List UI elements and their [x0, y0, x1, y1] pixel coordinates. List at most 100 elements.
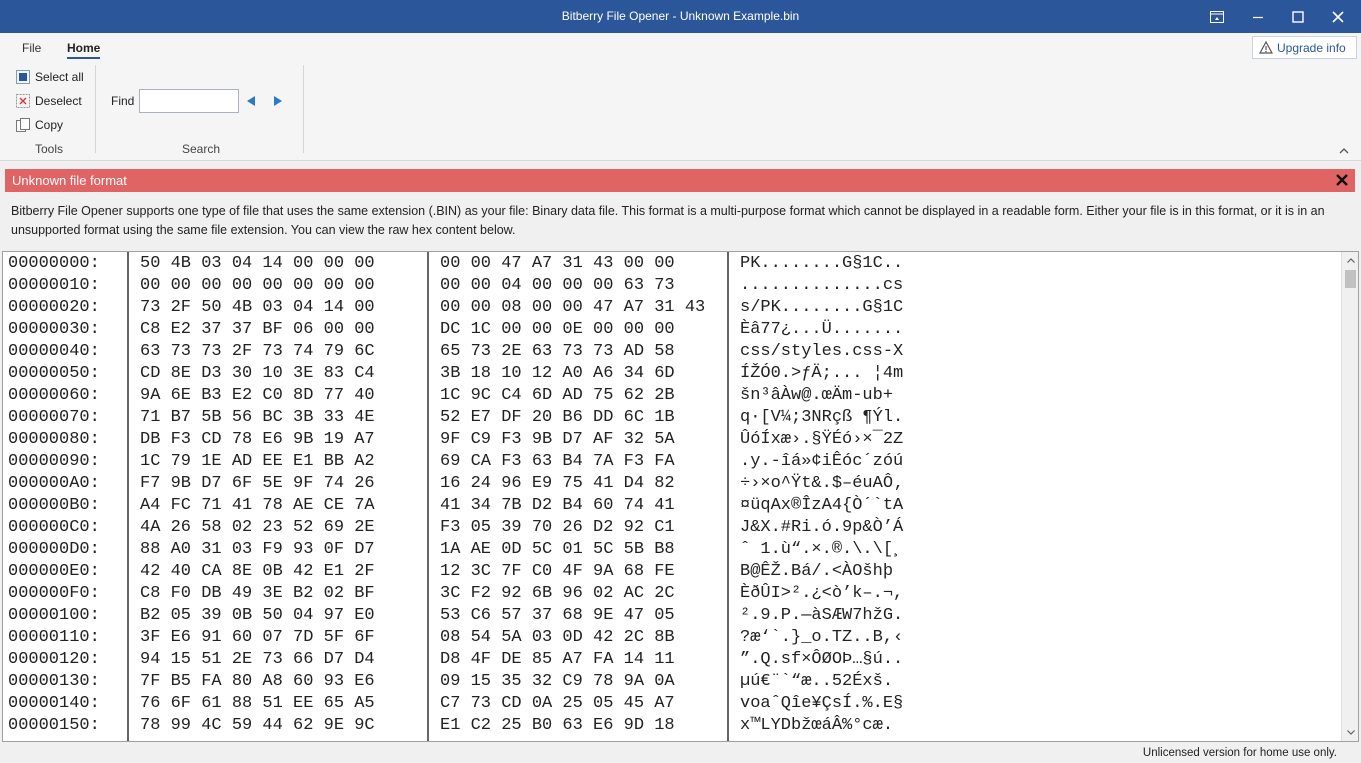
hex-bytes-right: F3 05 39 70 26 D2 92 C1 — [440, 518, 675, 537]
hex-bytes-left: CD 8E D3 30 10 3E 83 C4 — [140, 364, 375, 383]
vertical-scrollbar[interactable] — [1341, 252, 1358, 741]
minimize-icon[interactable] — [1238, 0, 1278, 33]
hex-address: 000000D0: — [8, 540, 100, 559]
hex-bytes-left: 78 99 4C 59 44 62 9E 9C — [140, 716, 375, 735]
hex-bytes-right: C7 73 CD 0A 25 05 45 A7 — [440, 694, 675, 713]
hex-address: 00000070: — [8, 408, 100, 427]
copy-icon — [16, 118, 30, 132]
hex-bytes-right: 12 3C 7F C0 4F 9A 68 FE — [440, 562, 675, 581]
hex-address: 00000060: — [8, 386, 100, 405]
ribbon: File Home Upgrade info Select all Desele… — [0, 33, 1361, 161]
status-bar: Unlicensed version for home use only. — [0, 743, 1361, 763]
hex-bytes-left: 71 B7 5B 56 BC 3B 33 4E — [140, 408, 375, 427]
hex-ascii: voaˆQîe¥ÇsÍ.%.E§ — [740, 694, 904, 713]
hex-bytes-left: 1C 79 1E AD EE E1 BB A2 — [140, 452, 375, 471]
tools-group-label: Tools — [35, 142, 64, 156]
unknown-format-alert: Unknown file format — [5, 169, 1355, 192]
hex-ascii: q·[V¼;3NRçß ¶Ýl. — [740, 408, 904, 427]
tab-home[interactable]: Home — [67, 41, 101, 59]
find-input[interactable] — [139, 89, 239, 113]
hex-bytes-left: DB F3 CD 78 E6 9B 19 A7 — [140, 430, 375, 449]
hex-ascii: ÷›×o^Ÿt&.$–éuAÔ‚ — [740, 474, 904, 493]
hex-address: 00000150: — [8, 716, 100, 735]
hex-bytes-right: 65 73 2E 63 73 73 AD 58 — [440, 342, 675, 361]
hex-ascii: .y.-îá»¢iÊóc´zóú — [740, 452, 904, 471]
hex-ascii: ”.Q.sf×ÔØOÞ…§ú.. — [740, 650, 904, 669]
hex-bytes-right: D8 4F DE 85 A7 FA 14 11 — [440, 650, 675, 669]
alert-title: Unknown file format — [12, 173, 127, 188]
copy-button[interactable]: Copy — [16, 118, 63, 132]
hex-ascii: css/styles.css-X — [740, 342, 904, 361]
maximize-icon[interactable] — [1278, 0, 1318, 33]
deselect-icon — [16, 94, 30, 108]
hex-bytes-left: 3F E6 91 60 07 7D 5F 6F — [140, 628, 375, 647]
hex-bytes-left: A4 FC 71 41 78 AE CE 7A — [140, 496, 375, 515]
hex-ascii: s/PK........G§1C — [740, 298, 904, 317]
hex-ascii: Èâ77¿...Ü....... — [740, 320, 904, 339]
scroll-down-icon[interactable] — [1342, 724, 1358, 741]
hex-address: 000000B0: — [8, 496, 100, 515]
hex-bytes-left: B2 05 39 0B 50 04 97 E0 — [140, 606, 375, 625]
hex-bytes-left: 50 4B 03 04 14 00 00 00 — [140, 254, 375, 273]
title-bar: Bitberry File Opener - Unknown Example.b… — [0, 0, 1361, 33]
hex-ascii: ..............cs — [740, 276, 904, 295]
find-previous-icon[interactable] — [246, 95, 256, 110]
collapse-ribbon-icon[interactable] — [1339, 143, 1349, 157]
upgrade-info-button[interactable]: Upgrade info — [1252, 36, 1357, 59]
hex-address: 00000140: — [8, 694, 100, 713]
hex-bytes-right: 1A AE 0D 5C 01 5C 5B B8 — [440, 540, 675, 559]
hex-address: 000000A0: — [8, 474, 100, 493]
copy-label: Copy — [35, 118, 64, 132]
hex-viewer[interactable]: 00000000: 50 4B 03 04 14 00 00 00 00 00 47… — [2, 251, 1359, 742]
hex-ascii: ².9.P.—àSÆW7hžG. — [740, 606, 904, 625]
group-divider — [303, 65, 304, 153]
hex-address: 00000100: — [8, 606, 100, 625]
tab-file[interactable]: File — [22, 41, 41, 55]
hex-ascii: x™LYDbžœáÂ%°cæ. — [740, 716, 894, 735]
window-title: Bitberry File Opener - Unknown Example.b… — [561, 9, 800, 23]
hex-bytes-right: 69 CA F3 63 B4 7A F3 FA — [440, 452, 675, 471]
close-icon[interactable] — [1318, 0, 1358, 33]
warning-icon — [1259, 41, 1273, 54]
search-group-label: Search — [182, 142, 221, 156]
select-all-icon — [16, 70, 30, 84]
hex-bytes-left: C8 F0 DB 49 3E B2 02 BF — [140, 584, 375, 603]
hex-bytes-left: 00 00 00 00 00 00 00 00 — [140, 276, 375, 295]
hex-address: 00000000: — [8, 254, 100, 273]
hex-address: 00000020: — [8, 298, 100, 317]
hex-ascii: J&X.#Ri.ó.9p&Ò’Á — [740, 518, 904, 537]
hex-ascii: B@ÊŽ.Bá/.<ÀOšhþ — [740, 562, 894, 581]
hex-ascii: ¤üqAx®ÎzA4{Ò´`tA — [740, 496, 904, 515]
hex-bytes-right: 00 00 08 00 00 47 A7 31 43 — [440, 298, 706, 317]
alert-close-icon[interactable] — [1333, 171, 1351, 189]
hex-bytes-right: 09 15 35 32 C9 78 9A 0A — [440, 672, 675, 691]
hex-bytes-left: 73 2F 50 4B 03 04 14 00 — [140, 298, 375, 317]
hex-ascii: µú€¨`“æ..52Éxš. — [740, 672, 894, 691]
hex-bytes-left: 63 73 73 2F 73 74 79 6C — [140, 342, 375, 361]
hex-bytes-right: 9F C9 F3 9B D7 AF 32 5A — [440, 430, 675, 449]
hex-bytes-left: 42 40 CA 8E 0B 42 E1 2F — [140, 562, 375, 581]
hex-bytes-right: DC 1C 00 00 0E 00 00 00 — [440, 320, 675, 339]
hex-address: 00000080: — [8, 430, 100, 449]
scroll-up-icon[interactable] — [1342, 252, 1358, 269]
deselect-button[interactable]: Deselect — [16, 94, 82, 108]
select-all-label: Select all — [35, 70, 84, 84]
restore-down-icon[interactable] — [1197, 0, 1237, 33]
column-divider — [427, 252, 429, 741]
hex-bytes-left: 76 6F 61 88 51 EE 65 A5 — [140, 694, 375, 713]
hex-address: 00000030: — [8, 320, 100, 339]
deselect-label: Deselect — [35, 94, 82, 108]
hex-bytes-left: C8 E2 37 37 BF 06 00 00 — [140, 320, 375, 339]
hex-bytes-right: 1C 9C C4 6D AD 75 62 2B — [440, 386, 675, 405]
scrollbar-thumb[interactable] — [1345, 270, 1356, 288]
hex-bytes-right: E1 C2 25 B0 63 E6 9D 18 — [440, 716, 675, 735]
hex-address: 00000050: — [8, 364, 100, 383]
hex-bytes-right: 52 E7 DF 20 B6 DD 6C 1B — [440, 408, 675, 427]
hex-bytes-right: 00 00 04 00 00 00 63 73 — [440, 276, 675, 295]
hex-bytes-left: 4A 26 58 02 23 52 69 2E — [140, 518, 375, 537]
find-next-icon[interactable] — [273, 95, 283, 110]
license-status: Unlicensed version for home use only. — [1142, 747, 1337, 759]
hex-address: 00000040: — [8, 342, 100, 361]
select-all-button[interactable]: Select all — [16, 70, 84, 84]
hex-bytes-right: 3C F2 92 6B 96 02 AC 2C — [440, 584, 675, 603]
